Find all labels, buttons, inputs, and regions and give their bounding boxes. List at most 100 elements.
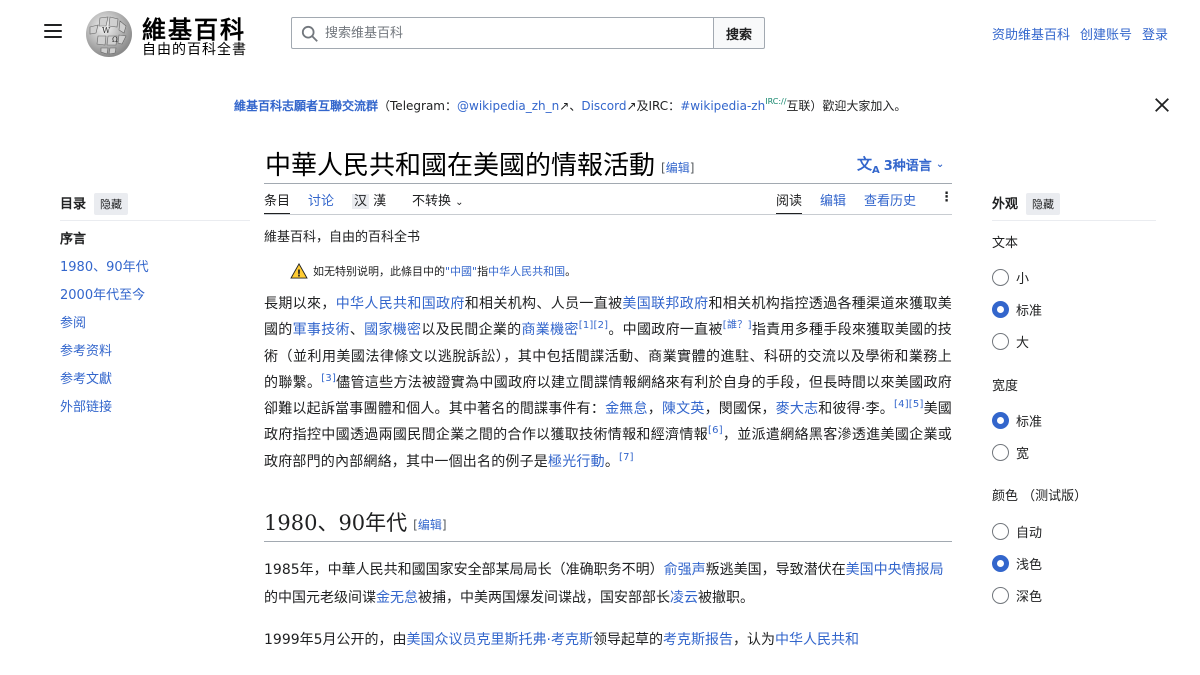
appearance-hide-button[interactable]: 隐藏: [1026, 193, 1061, 215]
appearance-header: 外观 隐藏: [992, 193, 1061, 215]
radio-selected-icon[interactable]: [992, 412, 1009, 429]
color-auto[interactable]: 自动: [992, 522, 1042, 541]
link-cia[interactable]: 美国中央情报局: [846, 562, 944, 578]
link-prc-government[interactable]: 中华人民共和国政府: [336, 296, 465, 312]
ref-who[interactable]: [誰？]: [723, 320, 752, 331]
link-jin-wudai[interactable]: 金无怠: [376, 590, 418, 606]
section-heading-1980s: 1980、90年代 [编辑]: [264, 507, 952, 543]
radio-icon[interactable]: [992, 333, 1009, 350]
chevron-down-icon: ⌄: [455, 197, 464, 208]
toc-item-see-also[interactable]: 参阅: [60, 316, 149, 344]
link-us-federal-government[interactable]: 美国联邦政府: [622, 296, 708, 312]
link-operation-aurora[interactable]: 極光行動: [548, 454, 605, 470]
page-title-text: 中華人民共和國在美國的情報活動: [265, 151, 656, 181]
title-divider: [264, 183, 952, 184]
title-edit-link[interactable]: 编辑: [666, 161, 690, 175]
tab-convert[interactable]: 不转换 ⌄: [412, 190, 464, 209]
wikipedia-globe-logo[interactable]: W Ω: [84, 9, 134, 59]
hatnote-link-china[interactable]: "中國": [445, 265, 477, 278]
ref-7[interactable]: [7]: [619, 452, 634, 463]
width-label: 宽度: [992, 379, 1019, 394]
width-wide[interactable]: 宽: [992, 443, 1029, 462]
hatnote-link-prc[interactable]: 中华人民共和国: [488, 265, 565, 278]
banner-irc-link[interactable]: #wikipedia-zh: [680, 99, 765, 113]
tab-history[interactable]: 查看历史: [864, 190, 916, 209]
banner-telegram-link[interactable]: @wikipedia_zh_n: [457, 99, 559, 113]
radio-selected-icon[interactable]: [992, 555, 1009, 572]
link-congressman[interactable]: 美国众议员: [407, 632, 477, 648]
toc-item-external-links[interactable]: 外部链接: [60, 400, 149, 428]
variant-option-b[interactable]: 漢: [373, 194, 386, 209]
link-trade-secrets[interactable]: 商業機密: [522, 322, 579, 338]
text-size-standard[interactable]: 标准: [992, 300, 1042, 319]
toc-divider: [60, 220, 250, 221]
link-cox-report[interactable]: 考克斯报告: [663, 632, 733, 648]
user-links: 资助维基百科 创建账号 登录: [992, 24, 1168, 43]
toc-list: 序言 1980、90年代 2000年代至今 参阅 参考资料 参考文獻 外部链接: [60, 232, 149, 428]
link-state-secrets[interactable]: 國家機密: [364, 322, 421, 338]
donate-link[interactable]: 资助维基百科: [992, 24, 1070, 43]
text-size-large[interactable]: 大: [992, 332, 1029, 351]
search-button[interactable]: 搜索: [713, 17, 765, 49]
link-chi-mak[interactable]: 陳文英: [662, 401, 705, 417]
toc-item-references[interactable]: 参考资料: [60, 344, 149, 372]
language-button[interactable]: 文A 3种语言 ⌄: [857, 153, 944, 176]
tab-article[interactable]: 条目: [264, 190, 291, 215]
link-military-technology[interactable]: 軍事技術: [293, 322, 350, 338]
radio-icon[interactable]: [992, 444, 1009, 461]
tab-talk[interactable]: 讨论: [308, 190, 334, 209]
toc-item-intro[interactable]: 序言: [60, 232, 149, 260]
link-larry-wu-tai-chin[interactable]: 金無怠: [605, 401, 648, 417]
radio-icon[interactable]: [992, 587, 1009, 604]
main-menu-icon[interactable]: [44, 24, 62, 40]
login-link[interactable]: 登录: [1142, 24, 1168, 43]
ref-6[interactable]: [6]: [708, 425, 723, 436]
hatnote-a: 如无特别说明，此條目中的: [313, 265, 445, 278]
toc-item-2000s[interactable]: 2000年代至今: [60, 288, 149, 316]
toc-hide-button[interactable]: 隐藏: [94, 193, 129, 215]
section-paragraph-1985: 1985年，中華人民共和國国家安全部某局局长（准确职务不明）俞强声叛逃美国，导致…: [264, 562, 944, 607]
more-actions-icon[interactable]: ⋮: [940, 190, 953, 205]
link-chi-mak-2[interactable]: 麥大志: [776, 401, 819, 417]
section-edit: [编辑]: [413, 518, 447, 533]
radio-icon[interactable]: [992, 523, 1009, 540]
create-account-link[interactable]: 创建账号: [1080, 24, 1132, 43]
warning-icon: !: [290, 263, 308, 279]
title-edit: [编辑]: [661, 160, 695, 175]
close-icon[interactable]: [1153, 96, 1171, 114]
appearance-title: 外观: [992, 197, 1019, 212]
toc-header: 目录 隐藏: [60, 193, 129, 215]
radio-label: 标准: [1016, 415, 1043, 430]
tab-read[interactable]: 阅读: [776, 190, 803, 215]
ref-3[interactable]: [3]: [321, 373, 336, 384]
section-edit-link[interactable]: 编辑: [418, 518, 442, 532]
search-icon: [301, 25, 318, 42]
svg-text:W: W: [102, 26, 111, 35]
intro-paragraph: 長期以來，中华人民共和国政府和相关机构、人员一直被美国联邦政府和相关机构指控透過…: [264, 296, 953, 470]
width-standard[interactable]: 标准: [992, 411, 1042, 430]
link-christopher-cox[interactable]: 克里斯托弗·考克斯: [477, 632, 593, 648]
tab-edit[interactable]: 编辑: [820, 190, 846, 209]
banner-group-link[interactable]: 維基百科志願者互聯交流群: [234, 99, 378, 113]
ref-4-5[interactable]: [4][5]: [894, 399, 924, 410]
color-light[interactable]: 浅色: [992, 554, 1042, 573]
toc-item-1980s[interactable]: 1980、90年代: [60, 260, 149, 288]
search-input[interactable]: [325, 21, 705, 45]
toc-item-bibliography[interactable]: 参考文獻: [60, 372, 149, 400]
ref-1-2[interactable]: [1][2]: [579, 320, 609, 331]
link-prc[interactable]: 中华人民共和: [775, 632, 859, 648]
link-yu-qiangsheng[interactable]: 俞强声: [664, 562, 706, 578]
banner-text-open: （Telegram：: [378, 99, 458, 113]
appearance-divider: [992, 220, 1156, 221]
radio-label: 浅色: [1016, 558, 1043, 573]
text-size-small[interactable]: 小: [992, 268, 1029, 287]
radio-icon[interactable]: [992, 269, 1009, 286]
svg-text:!: !: [297, 268, 301, 279]
banner-discord-link[interactable]: Discord: [581, 99, 626, 113]
variant-option-a[interactable]: 汉: [352, 194, 370, 209]
banner-text-close: 互联）歡迎大家加入。: [786, 99, 907, 113]
radio-selected-icon[interactable]: [992, 301, 1009, 318]
color-dark[interactable]: 深色: [992, 586, 1042, 605]
tab-variant[interactable]: 汉 漢: [352, 190, 386, 209]
link-ling-yun[interactable]: 凌云: [670, 590, 698, 606]
